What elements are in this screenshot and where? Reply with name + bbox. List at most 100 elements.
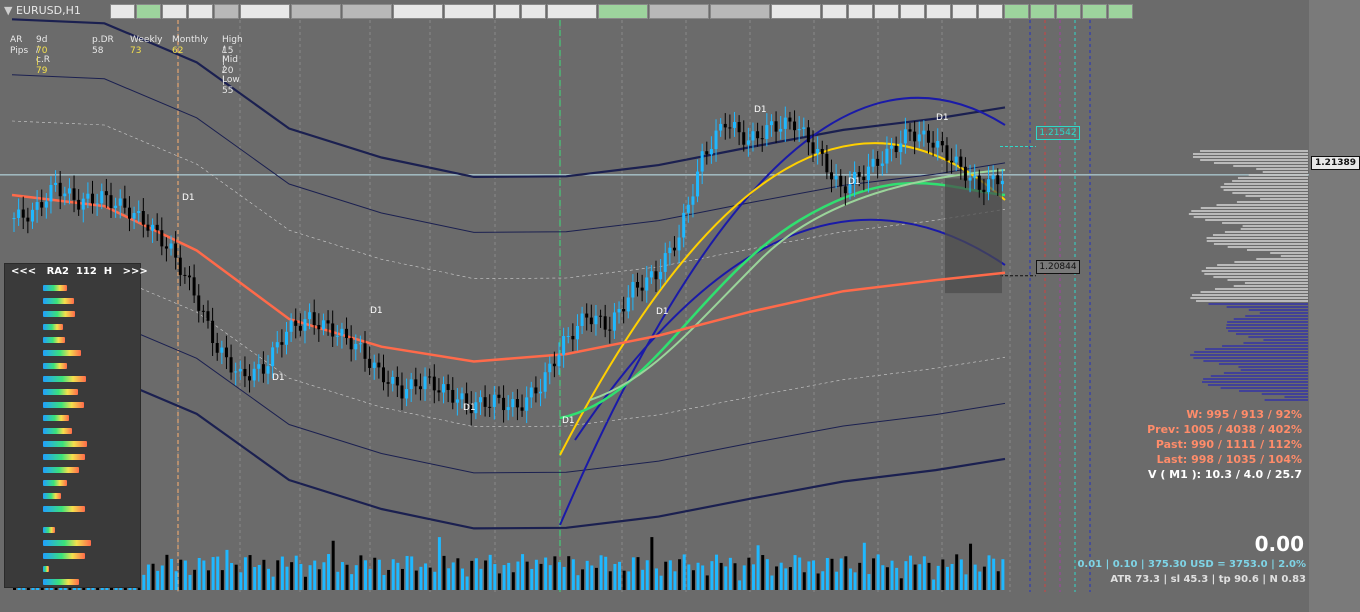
candle-body (368, 358, 372, 368)
volume-bar (364, 560, 368, 590)
volume-profile-bar (1205, 267, 1308, 269)
toolbar-button-12[interactable] (547, 4, 597, 19)
candle-body (91, 193, 95, 204)
toolbar-button-23[interactable] (978, 4, 1003, 19)
volume-bar (373, 557, 377, 590)
toolbar-button-17[interactable] (822, 4, 847, 19)
volume-bar (848, 568, 852, 590)
volume-bar (650, 537, 654, 590)
toolbar-button-10[interactable] (495, 4, 520, 19)
candle-body (954, 156, 958, 163)
toolbar-button-1[interactable] (136, 4, 161, 19)
toolbar-button-8[interactable] (393, 4, 443, 19)
toolbar-button-27[interactable] (1082, 4, 1107, 19)
toolbar-button-9[interactable] (444, 4, 494, 19)
candle-body (654, 271, 658, 280)
volume-profile-bar (1206, 237, 1308, 239)
candle-body (543, 372, 547, 392)
volume-profile-bar (1237, 177, 1308, 179)
volume-bar (428, 567, 432, 590)
candle-body (446, 384, 450, 390)
toolbar-button-28[interactable] (1108, 4, 1133, 19)
volume-profile-bar (1263, 339, 1308, 341)
stat-big: 0.00 (1254, 532, 1304, 556)
volume-profile-bar (1236, 333, 1308, 335)
volume-bar (959, 559, 963, 590)
volume-bar (936, 565, 940, 590)
toolbar-button-0[interactable] (110, 4, 135, 19)
candle-body (386, 382, 390, 384)
strength-header[interactable]: <<< RA2 112 H >>> (11, 266, 148, 277)
candle-body (381, 367, 385, 383)
candle-body (132, 213, 136, 219)
toolbar-button-19[interactable] (874, 4, 899, 19)
volume-bar (160, 565, 164, 590)
volume-profile-bar (1224, 231, 1308, 233)
volume-profile-bar (1222, 345, 1308, 347)
candle-body (280, 342, 284, 345)
candle-body (211, 320, 215, 344)
toolbar-button-20[interactable] (900, 4, 925, 19)
candle-body (839, 175, 843, 187)
candle-body (67, 188, 71, 194)
toolbar-button-4[interactable] (214, 4, 239, 19)
toolbar-button-15[interactable] (710, 4, 770, 19)
candle-body (696, 171, 700, 197)
volume-profile-bar (1222, 222, 1308, 224)
toolbar-button-13[interactable] (598, 4, 648, 19)
volume-profile-bar (1192, 156, 1308, 158)
candle-body (234, 371, 238, 373)
stat-vm1: V ( M1 ): 10.3 / 4.0 / 25.7 (1147, 468, 1302, 481)
volume-profile-bar (1248, 336, 1308, 338)
volume-bar (567, 556, 571, 590)
volume-bar (405, 555, 409, 590)
toolbar-button-6[interactable] (291, 4, 341, 19)
info-monthly-val: 62 (172, 46, 184, 56)
toolbar-button-7[interactable] (342, 4, 392, 19)
toolbar-button-14[interactable] (649, 4, 709, 19)
candle-body (188, 275, 192, 278)
toolbar-button-25[interactable] (1030, 4, 1055, 19)
toolbar-button-16[interactable] (771, 4, 821, 19)
toolbar-button-11[interactable] (521, 4, 546, 19)
volume-bar (521, 554, 525, 590)
volume-bar (553, 556, 557, 590)
volume-bar (922, 556, 926, 590)
strength-bar (43, 467, 79, 473)
d1-label: D1 (562, 416, 575, 426)
info-ar: AR (10, 35, 23, 45)
candle-body (483, 397, 487, 407)
candle-body (183, 274, 187, 276)
toolbar-button-18[interactable] (848, 4, 873, 19)
candle-body (733, 122, 737, 128)
price-chart[interactable]: D1 D1 D1 D1 D1 D1 D1 D1 D1 (0, 0, 1360, 612)
toolbar-button-22[interactable] (952, 4, 977, 19)
toolbar-button-26[interactable] (1056, 4, 1081, 19)
toolbar-button-24[interactable] (1004, 4, 1029, 19)
stat-prev: Prev: 1005 / 4038 / 402% (1147, 423, 1302, 436)
candle-body (631, 281, 635, 298)
candle-body (774, 121, 778, 132)
info-pdr-val: 58 (92, 46, 104, 56)
candle-body (294, 320, 298, 326)
volume-profile-bar (1223, 372, 1308, 374)
volume-profile-bar (1228, 330, 1308, 332)
toolbar-button-2[interactable] (162, 4, 187, 19)
candle-body (345, 328, 349, 339)
candle-body (460, 393, 464, 400)
candle-body (982, 189, 986, 193)
dropdown-icon[interactable]: ▼ (4, 4, 12, 17)
toolbar-button-21[interactable] (926, 4, 951, 19)
strength-bar (43, 527, 55, 533)
volume-bar (465, 576, 469, 590)
candle-body (252, 368, 256, 381)
toolbar-button-5[interactable] (240, 4, 290, 19)
toolbar-button-3[interactable] (188, 4, 213, 19)
volume-bar (350, 574, 354, 590)
volume-bar (802, 572, 806, 590)
candle-body (940, 140, 944, 146)
volume-profile-bar (1193, 216, 1308, 218)
volume-bar (220, 570, 224, 590)
trading-chart-window: D1 D1 D1 D1 D1 D1 D1 D1 D1 ▼ EURUSD,H1 AR 9d / c… (0, 0, 1360, 612)
candle-body (765, 125, 769, 139)
